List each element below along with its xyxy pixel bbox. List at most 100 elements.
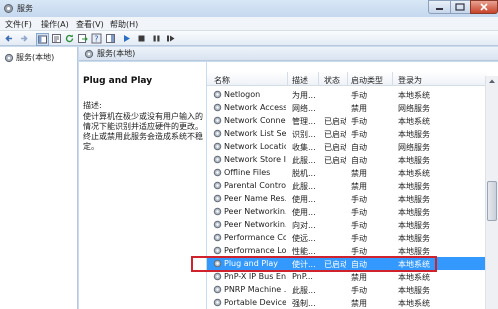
maximize-button[interactable]: [450, 0, 470, 14]
menu-help[interactable]: 帮助(H): [110, 19, 138, 30]
service-row[interactable]: Peer Networkin... 向对... 手动 本地服务: [207, 218, 487, 231]
service-log-on-as: 本地系统: [398, 169, 430, 178]
service-name: Network Connec...: [224, 116, 286, 125]
service-log-on-as: 本地服务: [398, 130, 430, 139]
service-row[interactable]: Netlogon 为用... 手动 本地系统: [207, 88, 487, 101]
service-description-cell: 收集...: [292, 143, 316, 152]
pane-header-title: 服务(本地): [97, 49, 136, 58]
service-log-on-as: 本地服务: [398, 221, 430, 230]
service-startup-type: 手动: [351, 221, 367, 230]
service-log-on-as: 本地服务: [398, 182, 430, 191]
service-name: Parental Controls: [224, 181, 286, 190]
column-name[interactable]: 名称: [214, 75, 230, 86]
service-startup-type: 手动: [351, 208, 367, 217]
service-description-cell: 使用...: [292, 195, 316, 204]
service-description-cell: PnP...: [292, 272, 313, 281]
column-log-on-as[interactable]: 登录为: [398, 75, 422, 86]
service-log-on-as: 本地服务: [398, 156, 430, 165]
service-startup-type: 自动: [351, 156, 367, 165]
service-log-on-as: 网络服务: [398, 143, 430, 152]
service-log-on-as: 本地系统: [398, 273, 430, 282]
service-log-on-as: 本地服务: [398, 208, 430, 217]
service-name: Network Store I...: [224, 155, 286, 164]
menu-file[interactable]: 文件(F): [5, 19, 32, 30]
service-gear-icon: [213, 246, 222, 255]
service-status: 已启动: [324, 143, 346, 152]
forward-icon[interactable]: [18, 33, 29, 44]
help-icon[interactable]: ?: [91, 33, 102, 44]
scrollbar-thumb[interactable]: [487, 181, 497, 221]
tree-item-services-local[interactable]: 服务(本地): [4, 52, 54, 63]
service-gear-icon: [213, 194, 222, 203]
service-log-on-as: 本地服务: [398, 286, 430, 295]
service-startup-type: 手动: [351, 195, 367, 204]
service-row[interactable]: Network List Ser... 识别... 已启动手动 本地服务: [207, 127, 487, 140]
service-startup-type: 禁用: [351, 104, 367, 113]
service-log-on-as: 本地服务: [398, 195, 430, 204]
service-description-cell: 向对...: [292, 221, 316, 230]
service-row[interactable]: Network Connec... 管理... 已启动手动 本地系统: [207, 114, 487, 127]
service-description-cell: 强制...: [292, 299, 316, 308]
service-row[interactable]: Network Locatio... 收集... 已启动自动 网络服务: [207, 140, 487, 153]
services-gear-icon: [84, 49, 94, 58]
service-row[interactable]: Offline Files 脱机... 禁用 本地系统: [207, 166, 487, 179]
play-icon[interactable]: [121, 33, 132, 44]
service-gear-icon: [213, 103, 222, 112]
svg-text:?: ?: [94, 35, 98, 44]
show-hide-icon[interactable]: [105, 33, 116, 44]
service-gear-icon: [213, 142, 222, 151]
column-description[interactable]: 描述: [292, 75, 308, 86]
menu-bar: 文件(F) 操作(A) 查看(V) 帮助(H): [0, 17, 498, 31]
toolbar: ?: [0, 31, 498, 46]
maximize-icon: [455, 3, 465, 11]
service-gear-icon: [213, 90, 222, 99]
service-row[interactable]: Peer Name Res... 使用... 手动 本地服务: [207, 192, 487, 205]
service-description-cell: 识别...: [292, 130, 316, 139]
console-tree-pane: 服务(本地): [0, 47, 78, 309]
service-status: 已启动: [324, 130, 346, 139]
service-gear-icon: [213, 129, 222, 138]
menu-action[interactable]: 操作(A): [41, 19, 69, 30]
column-startup-type[interactable]: 启动类型: [351, 75, 383, 86]
column-divider[interactable]: [392, 72, 393, 86]
service-log-on-as: 本地系统: [398, 117, 430, 126]
service-row[interactable]: Performance Co... 使远... 手动 本地服务: [207, 231, 487, 244]
back-icon[interactable]: [4, 33, 15, 44]
service-log-on-as: 本地服务: [398, 234, 430, 243]
service-description-cell: 脱机...: [292, 169, 316, 178]
service-gear-icon: [213, 155, 222, 164]
service-description-cell: 管理...: [292, 117, 316, 126]
column-divider[interactable]: [347, 72, 348, 86]
service-name: Performance Lo...: [224, 246, 286, 255]
export-icon[interactable]: [77, 33, 88, 44]
service-row[interactable]: Parental Controls 此服... 禁用 本地服务: [207, 179, 487, 192]
restart-icon[interactable]: [165, 33, 176, 44]
minimize-icon: [436, 8, 443, 10]
scroll-up-arrow-icon[interactable]: [486, 76, 498, 86]
vertical-scrollbar[interactable]: [485, 76, 498, 309]
refresh-icon[interactable]: [64, 33, 75, 44]
menu-view[interactable]: 查看(V): [76, 19, 104, 30]
column-status[interactable]: 状态: [324, 75, 340, 86]
service-row[interactable]: Portable Device ... 强制... 禁用 本地系统: [207, 296, 487, 309]
column-divider[interactable]: [287, 72, 288, 86]
pause-icon[interactable]: [151, 33, 162, 44]
console-tree-icon[interactable]: [36, 33, 49, 46]
stop-icon[interactable]: [136, 33, 147, 44]
properties-icon[interactable]: [51, 33, 62, 44]
minimize-button[interactable]: [428, 0, 450, 14]
service-description-cell: 使用...: [292, 208, 316, 217]
services-gear-icon: [4, 53, 14, 62]
service-row[interactable]: PNRP Machine ... 此服... 手动 本地服务: [207, 283, 487, 296]
service-gear-icon: [213, 285, 222, 294]
service-row[interactable]: Network Access ... 网络... 禁用 网络服务: [207, 101, 487, 114]
close-button[interactable]: [470, 0, 498, 14]
annotation-highlight-box: [191, 256, 437, 272]
service-gear-icon: [213, 298, 222, 307]
service-name: PNRP Machine ...: [224, 285, 286, 294]
service-gear-icon: [213, 168, 222, 177]
service-row[interactable]: Network Store I... 此服... 已启动自动 本地服务: [207, 153, 487, 166]
service-row[interactable]: Peer Networkin... 使用... 手动 本地服务: [207, 205, 487, 218]
column-divider[interactable]: [318, 72, 319, 86]
service-name: Network Locatio...: [224, 142, 286, 151]
